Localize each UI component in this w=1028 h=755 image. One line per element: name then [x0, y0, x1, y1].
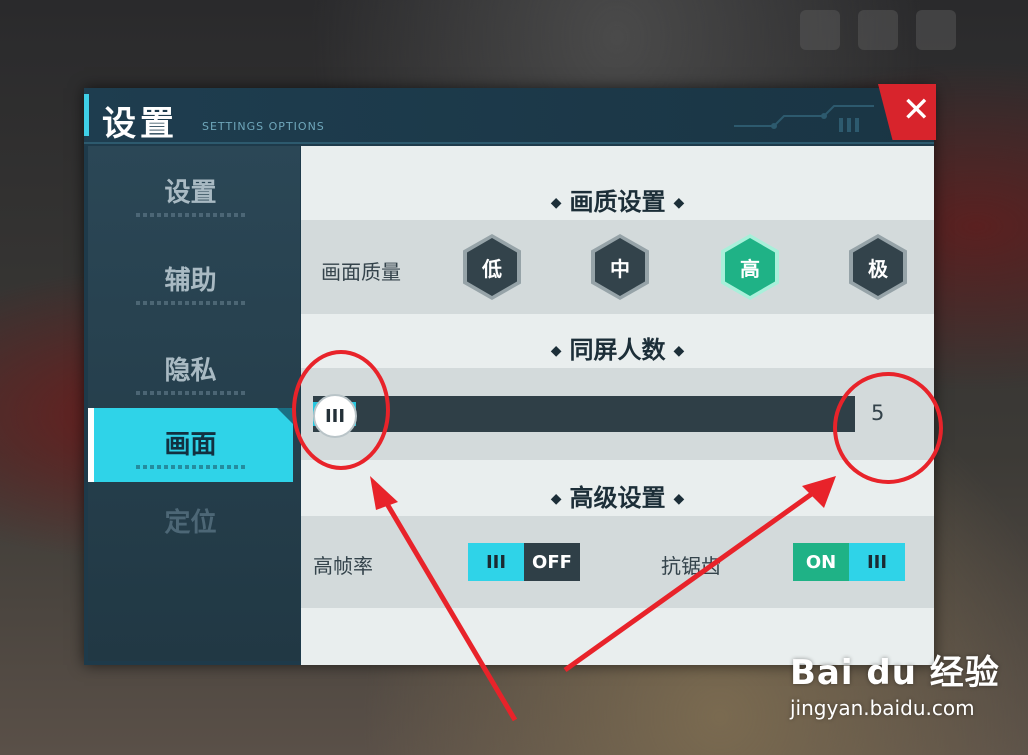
sidebar-item-display[interactable]: 画面: [88, 408, 293, 482]
sidebar-item-label: 隐私: [164, 356, 217, 386]
annotation-circle-slider: [292, 350, 390, 470]
watermark-url: jingyan.baidu.com: [790, 696, 975, 720]
dialog-title: 设置: [102, 104, 178, 144]
quality-option-low[interactable]: 低: [463, 234, 521, 300]
sidebar-item-label: 定位: [164, 508, 217, 538]
active-indicator: [88, 408, 94, 482]
quality-section-title: ◆ 画质设置 ◆: [550, 188, 685, 216]
quality-row: 画面质量 低 中 高 极: [301, 220, 934, 314]
close-button[interactable]: ✕: [878, 84, 936, 140]
title-accent-bar: [84, 94, 89, 136]
dialog-titlebar: 设置 SETTINGS OPTIONS ✕: [84, 84, 936, 144]
quality-option-medium[interactable]: 中: [591, 234, 649, 300]
sidebar-item-assist[interactable]: 辅助: [88, 244, 293, 318]
diamond-icon: ◆: [673, 195, 685, 211]
players-section-title: ◆ 同屏人数 ◆: [550, 336, 685, 364]
annotation-circle-count: [833, 372, 943, 484]
diamond-icon: ◆: [673, 343, 685, 359]
sidebar-item-settings[interactable]: 设置: [88, 156, 293, 230]
quality-row-label: 画面质量: [321, 260, 401, 284]
circuit-decoration-icon: [734, 105, 874, 132]
quality-option-ultra[interactable]: 极: [849, 234, 907, 300]
sidebar-item-label: 设置: [164, 178, 217, 208]
sidebar-item-location[interactable]: 定位: [88, 486, 293, 560]
sidebar-item-label: 画面: [164, 430, 217, 460]
sidebar-item-label: 辅助: [164, 266, 217, 296]
close-icon: ✕: [902, 90, 931, 130]
sidebar-item-privacy[interactable]: 隐私: [88, 334, 293, 408]
players-slider-track[interactable]: [313, 396, 855, 432]
diamond-icon: ◆: [550, 343, 562, 359]
quality-option-high[interactable]: 高: [721, 234, 779, 300]
background-hud-icons: [800, 10, 1028, 60]
sidebar: 设置 辅助 隐私 画面 定位: [88, 146, 300, 661]
baidu-watermark: Bai du 经验 jingyan.baidu.com: [790, 645, 1000, 720]
watermark-logo: Bai du 经验: [790, 653, 1000, 693]
diamond-icon: ◆: [550, 195, 562, 211]
dialog-subtitle: SETTINGS OPTIONS: [202, 120, 325, 133]
